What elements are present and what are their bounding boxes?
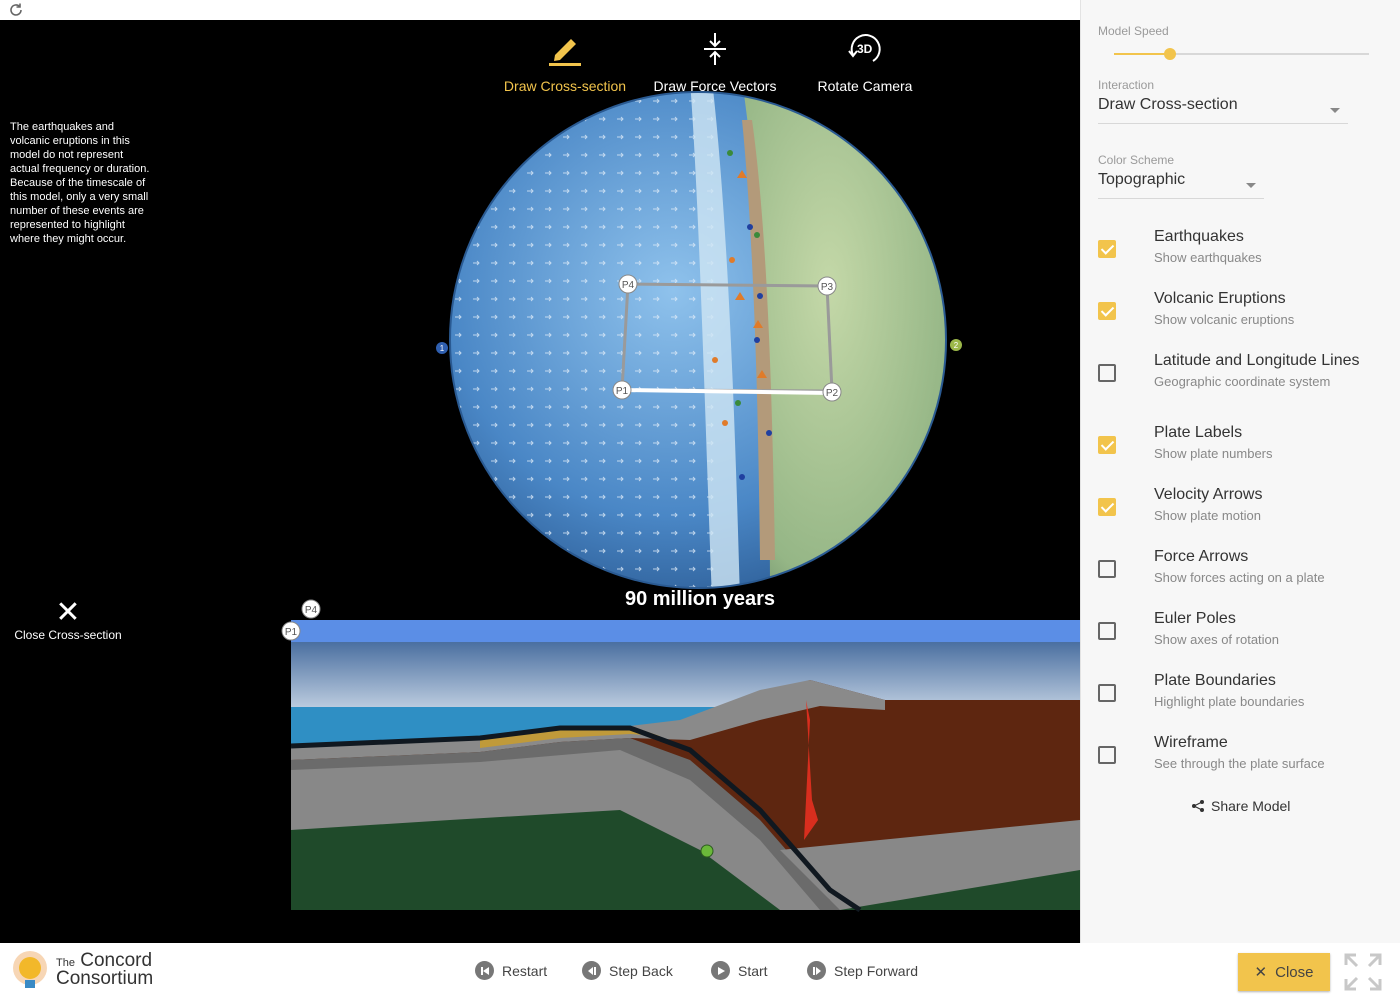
close-button[interactable]: ✕ Close	[1238, 953, 1330, 991]
interaction-label: Interaction	[1098, 78, 1155, 92]
footer-bar: The Concord Consortium Restart Step Back…	[0, 943, 1400, 1000]
checkbox[interactable]	[1098, 364, 1116, 382]
checkbox[interactable]	[1098, 302, 1116, 320]
svg-text:1: 1	[440, 344, 445, 353]
play-icon	[711, 961, 730, 980]
interaction-value: Draw Cross-section	[1098, 96, 1238, 113]
checkbox[interactable]	[1098, 622, 1116, 640]
start-label: Start	[738, 962, 768, 979]
cross-section-top-surface	[291, 620, 1080, 642]
step-forward-button[interactable]: Step Forward	[807, 961, 918, 980]
share-model-button[interactable]: Share Model	[1191, 798, 1290, 814]
option-title: Volcanic Eruptions	[1154, 290, 1286, 307]
model-speed-thumb[interactable]	[1164, 48, 1177, 60]
svg-text:P4: P4	[305, 605, 318, 616]
option-title: Plate Labels	[1154, 424, 1243, 441]
step-forward-icon	[807, 961, 826, 980]
share-model-label: Share Model	[1211, 798, 1291, 814]
point-p2[interactable]: P2	[822, 382, 842, 402]
svg-text:P3: P3	[821, 282, 834, 293]
option-subtitle: See through the plate surface	[1154, 756, 1325, 771]
svg-text:P1: P1	[616, 386, 629, 397]
svg-text:P1: P1	[285, 627, 298, 638]
option-wireframe[interactable]: Wireframe See through the plate surface	[1098, 734, 1388, 782]
option-title: Euler Poles	[1154, 610, 1236, 627]
option-plate-boundaries[interactable]: Plate Boundaries Highlight plate boundari…	[1098, 672, 1388, 720]
checkbox[interactable]	[1098, 436, 1116, 454]
option-earthquakes[interactable]: Earthquakes Show earthquakes	[1098, 228, 1388, 276]
concord-logo: The Concord Consortium	[10, 948, 153, 992]
step-back-label: Step Back	[609, 962, 673, 979]
point-p4[interactable]: P4	[618, 274, 638, 294]
step-forward-label: Step Forward	[834, 962, 919, 979]
option-euler-poles[interactable]: Euler Poles Show axes of rotation	[1098, 610, 1388, 658]
svg-text:2: 2	[954, 341, 959, 350]
option-subtitle: Show plate numbers	[1154, 446, 1273, 461]
restart-label: Restart	[502, 962, 548, 979]
option-subtitle: Show forces acting on a plate	[1154, 570, 1325, 585]
checkbox[interactable]	[1098, 240, 1116, 258]
option-subtitle: Highlight plate boundaries	[1154, 694, 1305, 709]
reload-icon[interactable]	[8, 2, 24, 18]
fullscreen-icon[interactable]	[1344, 953, 1382, 991]
model-speed-slider[interactable]	[1114, 48, 1369, 60]
option-subtitle: Geographic coordinate system	[1154, 374, 1331, 389]
color-scheme-value: Topographic	[1098, 171, 1186, 188]
step-back-icon	[582, 961, 601, 980]
chevron-down-icon	[1246, 183, 1256, 188]
cs-point-p1[interactable]: P1	[281, 621, 301, 641]
checkbox[interactable]	[1098, 746, 1116, 764]
model-stage[interactable]: Draw Cross-section Draw Force Vectors 3D…	[0, 20, 1080, 943]
option-subtitle: Show axes of rotation	[1154, 632, 1280, 647]
restart-icon	[475, 961, 494, 980]
share-icon	[1192, 800, 1204, 812]
restart-button[interactable]: Restart	[475, 961, 547, 980]
option-title: Latitude and Longitude Lines	[1154, 352, 1360, 369]
close-cross-section-button[interactable]: ✕ Close Cross-section	[8, 596, 128, 643]
top-bar	[0, 0, 1080, 20]
option-force-arrows[interactable]: Force Arrows Show forces acting on a plat…	[1098, 548, 1388, 596]
close-cross-section-label: Close Cross-section	[14, 628, 122, 642]
chevron-down-icon	[1330, 108, 1340, 113]
logo-text: The Concord Consortium	[56, 950, 154, 989]
option-velocity-arrows[interactable]: Velocity Arrows Show plate motion	[1098, 486, 1388, 534]
model-speed-label: Model Speed	[1098, 24, 1169, 38]
checkbox[interactable]	[1098, 684, 1116, 702]
model-speed-fill	[1114, 53, 1171, 55]
option-plate-labels[interactable]: Plate Labels Show plate numbers	[1098, 424, 1388, 472]
close-label: Close	[1275, 963, 1314, 981]
point-p1[interactable]: P1	[612, 380, 632, 400]
lightbulb-logo-icon	[13, 951, 47, 988]
option-title: Wireframe	[1154, 734, 1228, 751]
close-icon: ✕	[1254, 964, 1268, 981]
step-back-button[interactable]: Step Back	[582, 961, 673, 980]
time-label: 90 million years	[624, 588, 776, 610]
plate-marker-green	[700, 844, 714, 858]
point-p3[interactable]: P3	[817, 276, 837, 296]
svg-text:P2: P2	[826, 388, 839, 399]
option-title: Force Arrows	[1154, 548, 1249, 565]
settings-panel: Model Speed Interaction Draw Cross-secti…	[1080, 0, 1400, 943]
option-subtitle: Show volcanic eruptions	[1154, 312, 1295, 327]
checkbox[interactable]	[1098, 560, 1116, 578]
option-subtitle: Show earthquakes	[1154, 250, 1262, 265]
velocity-arrows	[450, 92, 720, 588]
option-volcanic-eruptions[interactable]: Volcanic Eruptions Show volcanic eruption…	[1098, 290, 1388, 338]
svg-text:P4: P4	[622, 280, 635, 291]
option-title: Velocity Arrows	[1154, 486, 1263, 503]
option-title: Earthquakes	[1154, 228, 1244, 245]
start-button[interactable]: Start	[711, 961, 768, 980]
globe[interactable]: 1 2 P4 P3 P1 P2 P1 P4	[0, 20, 1080, 943]
color-scheme-label: Color Scheme	[1098, 153, 1175, 167]
option-latitude-and-longitude-lines[interactable]: Latitude and Longitude Lines Geographic c…	[1098, 352, 1388, 400]
cross-section-view: P1 P4	[281, 599, 1080, 913]
close-icon: ✕	[55, 596, 81, 629]
checkbox[interactable]	[1098, 498, 1116, 516]
option-title: Plate Boundaries	[1154, 672, 1276, 689]
cs-point-p4[interactable]: P4	[301, 599, 321, 619]
color-scheme-select[interactable]: Topographic	[1098, 171, 1264, 199]
interaction-select[interactable]: Draw Cross-section	[1098, 96, 1348, 124]
continental-plate	[742, 92, 946, 588]
option-subtitle: Show plate motion	[1154, 508, 1261, 523]
